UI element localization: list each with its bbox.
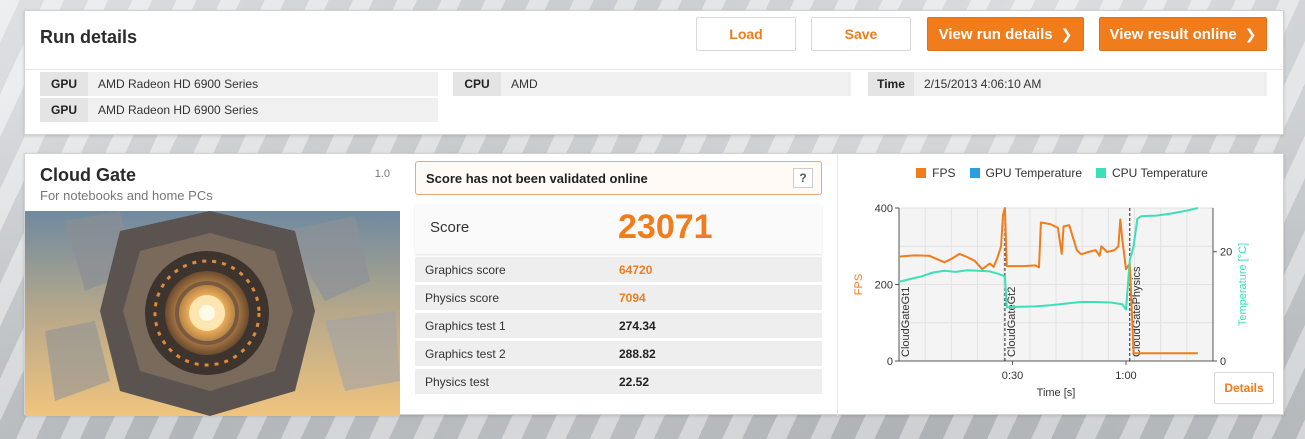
sub-score-value: 274.34 [619,318,656,333]
legend-label: FPS [932,166,956,180]
validation-notice: Score has not been validated online ? [415,161,822,195]
save-button-label: Save [844,26,878,42]
legend-label: GPU Temperature [985,166,1083,180]
legend-swatch [1096,168,1106,178]
run-details-panel: Run details Load Save View run details ❯ … [24,10,1284,135]
x-axis-label: Time [s] [1037,387,1076,399]
y-right-tick-label: 0 [1220,356,1226,368]
y-left-axis-label: FPS [853,274,865,295]
cpu-info-row: CPU AMD [453,72,851,96]
y-right-axis-label: Temperature [°C] [1237,243,1249,326]
monitoring-chart: FPS GPU Temperature CPU Temperature 0 200 40… [837,154,1285,416]
test-version: 1.0 [374,168,390,180]
legend-item[interactable]: CPU Temperature [1096,166,1208,180]
y-right-tick-label: 20 [1220,247,1232,259]
chart-legend: FPS GPU Temperature CPU Temperature [838,166,1286,180]
gpu-value: AMD Radeon HD 6900 Series [98,77,259,91]
cloud-gate-artwork [25,211,400,416]
sub-score-label: Physics test [425,374,490,389]
legend-swatch [916,168,927,178]
sub-score-value: 64720 [619,262,653,277]
y-left-tick-label: 200 [875,280,893,292]
sub-score-label: Graphics test 2 [425,346,506,361]
chevron-right-icon: ❯ [1060,25,1073,42]
gpu-value: AMD Radeon HD 6900 Series [98,103,259,117]
load-button[interactable]: Load [696,17,796,51]
gpu-info-row: GPU AMD Radeon HD 6900 Series [40,98,438,122]
gpu-key: GPU [40,98,88,122]
score-box: Score 23071 [415,204,822,254]
x-tick-label: 0:30 [1002,370,1023,382]
test-subtitle: For notebooks and home PCs [40,188,213,203]
score-value: 23071 [618,208,713,246]
view-run-details-label: View run details [938,25,1053,43]
sub-score-row: Graphics test 1 274.34 [415,313,822,338]
cpu-key: CPU [453,72,501,96]
legend-item[interactable]: FPS [916,166,956,180]
x-tick-label: 1:00 [1115,370,1136,382]
segment-label: CloudGateGt2 [1006,287,1018,357]
time-key: Time [868,72,914,96]
sub-score-label: Physics score [425,290,500,305]
help-button[interactable]: ? [793,168,813,188]
sub-score-row: Physics score 7094 [415,285,822,310]
sub-score-row: Graphics score 64720 [415,257,822,282]
sub-score-label: Graphics score [425,262,506,277]
legend-item[interactable]: GPU Temperature [969,166,1083,180]
legend-swatch [969,168,980,178]
sub-score-value: 288.82 [619,346,656,361]
sub-score-label: Graphics test 1 [425,318,506,333]
score-label: Score [430,219,470,236]
gpu-key: GPU [40,72,88,96]
view-run-details-button[interactable]: View run details ❯ [927,17,1084,51]
chevron-right-icon: ❯ [1244,25,1257,42]
run-details-title: Run details [40,27,138,47]
help-icon: ? [799,171,807,185]
legend-label: CPU Temperature [1112,166,1208,180]
result-panel: Cloud Gate For notebooks and home PCs 1.… [24,153,1285,416]
y-left-tick-label: 0 [887,356,893,368]
validation-text: Score has not been validated online [426,170,648,186]
gpu-info-row: GPU AMD Radeon HD 6900 Series [40,72,438,96]
load-button-label: Load [729,26,763,42]
time-value: 2/15/2013 4:06:10 AM [924,77,1042,91]
test-card: Cloud Gate For notebooks and home PCs 1.… [25,154,400,416]
sub-score-value: 22.52 [619,374,650,389]
test-name: Cloud Gate [40,165,137,185]
save-button[interactable]: Save [811,17,911,51]
time-info-row: Time 2/15/2013 4:06:10 AM [868,72,1267,96]
cloud-gate-artwork-svg [25,211,400,416]
cpu-value: AMD [511,77,538,91]
segment-label: CloudGateGt1 [900,287,912,357]
view-result-online-label: View result online [1109,25,1237,43]
view-result-online-button[interactable]: View result online ❯ [1099,17,1267,51]
header-divider [25,69,1283,70]
sub-score-row: Graphics test 2 288.82 [415,341,822,366]
details-button[interactable]: Details [1214,372,1274,404]
y-left-tick-label: 400 [875,203,893,215]
sub-score-row: Physics test 22.52 [415,369,822,394]
sub-score-value: 7094 [619,290,646,305]
